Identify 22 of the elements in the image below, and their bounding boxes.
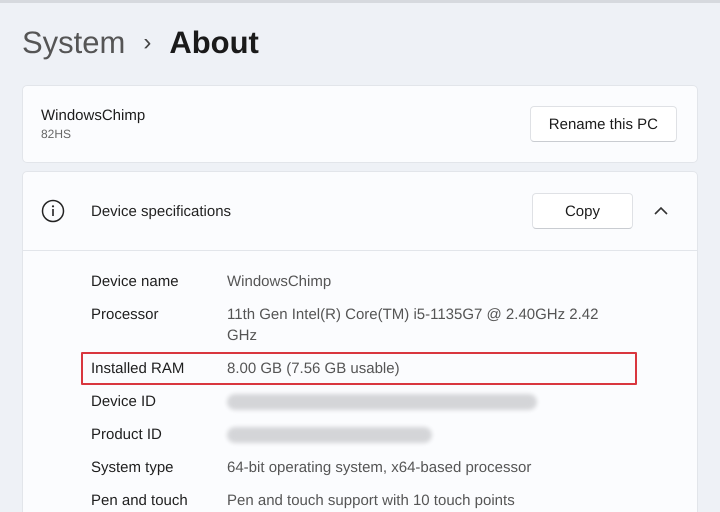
spec-label: Device name <box>91 272 180 292</box>
section-title: Device specifications <box>91 202 232 220</box>
spec-label: Device ID <box>91 392 158 412</box>
spec-value: 8.00 GB (7.56 GB usable) <box>227 359 401 379</box>
spec-value: WindowsChimp <box>227 272 332 292</box>
info-icon <box>41 199 65 223</box>
breadcrumb-separator: › <box>142 29 152 57</box>
spec-value: Pen and touch support with 10 touch points <box>227 491 516 511</box>
spec-label: Installed RAM <box>91 359 186 379</box>
spec-value: 64-bit operating system, x64-based processor <box>227 458 532 478</box>
spec-label: Pen and touch <box>91 491 189 511</box>
spec-label: Processor <box>91 305 160 325</box>
page-title: About <box>169 25 259 61</box>
spec-value: 11th Gen Intel(R) Core(TM) i5-1135G7 @ 2.40GHz 2.42 GHz <box>227 305 600 346</box>
rename-button[interactable]: Rename this PC <box>530 106 677 142</box>
pc-name: WindowsChimp <box>41 107 146 124</box>
spec-label: Product ID <box>91 425 163 445</box>
breadcrumb-parent[interactable]: System <box>22 25 126 61</box>
copy-button[interactable]: Copy <box>532 193 633 229</box>
pc-model: 82HS <box>41 127 72 141</box>
chevron-icon[interactable] <box>653 206 669 216</box>
spec-label: System type <box>91 458 175 478</box>
